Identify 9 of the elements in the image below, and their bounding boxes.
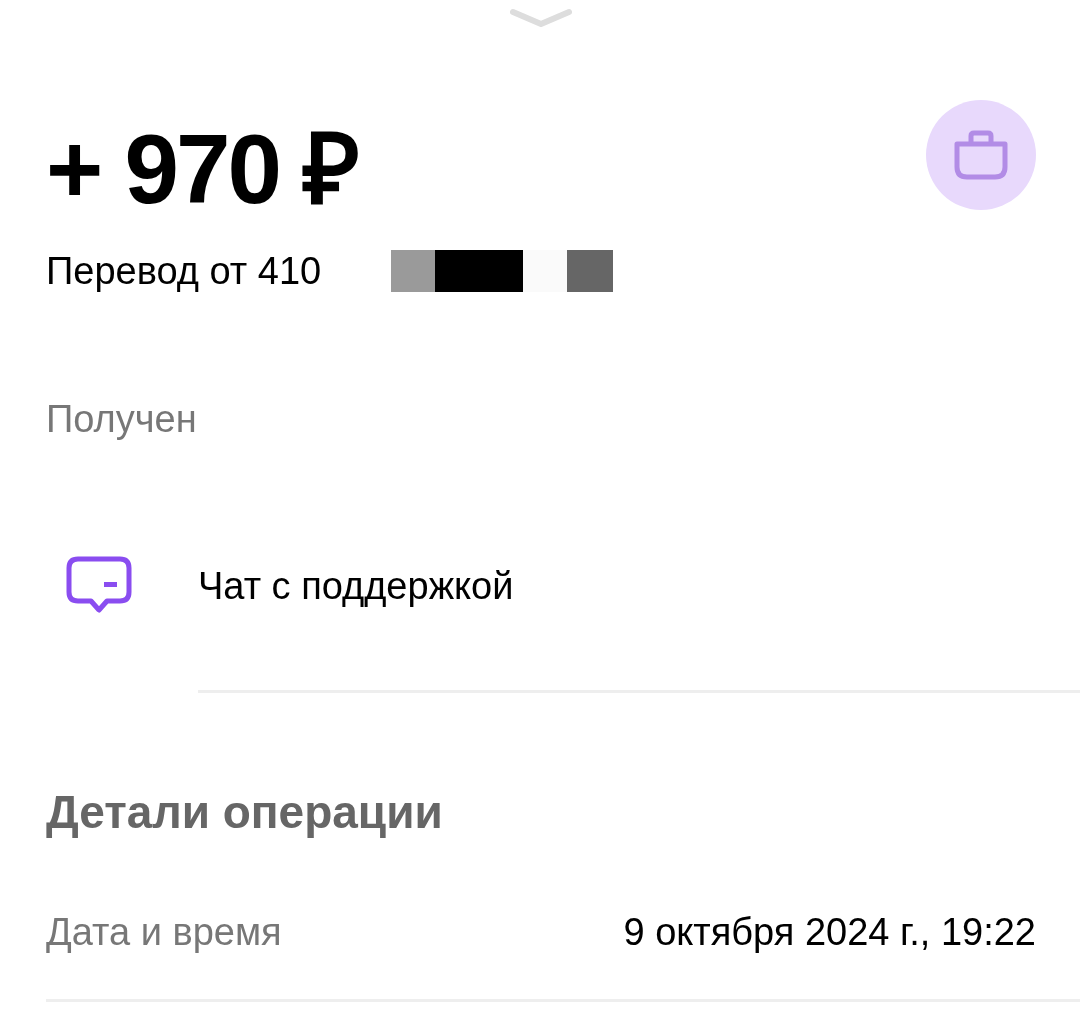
amount-text: + 970 ₽ (46, 120, 359, 218)
sender-text: Перевод от 410 (46, 252, 322, 290)
support-chat-link[interactable]: Чат с поддержкой (46, 556, 1036, 616)
shopping-bag-icon (953, 130, 1009, 180)
detail-label: Дата и время (46, 913, 282, 951)
detail-value: 9 октября 2024 г., 19:22 (623, 913, 1036, 951)
chevron-down-icon[interactable] (510, 8, 572, 28)
chat-bubble-icon (66, 556, 132, 616)
status-text: Получен (46, 400, 198, 438)
